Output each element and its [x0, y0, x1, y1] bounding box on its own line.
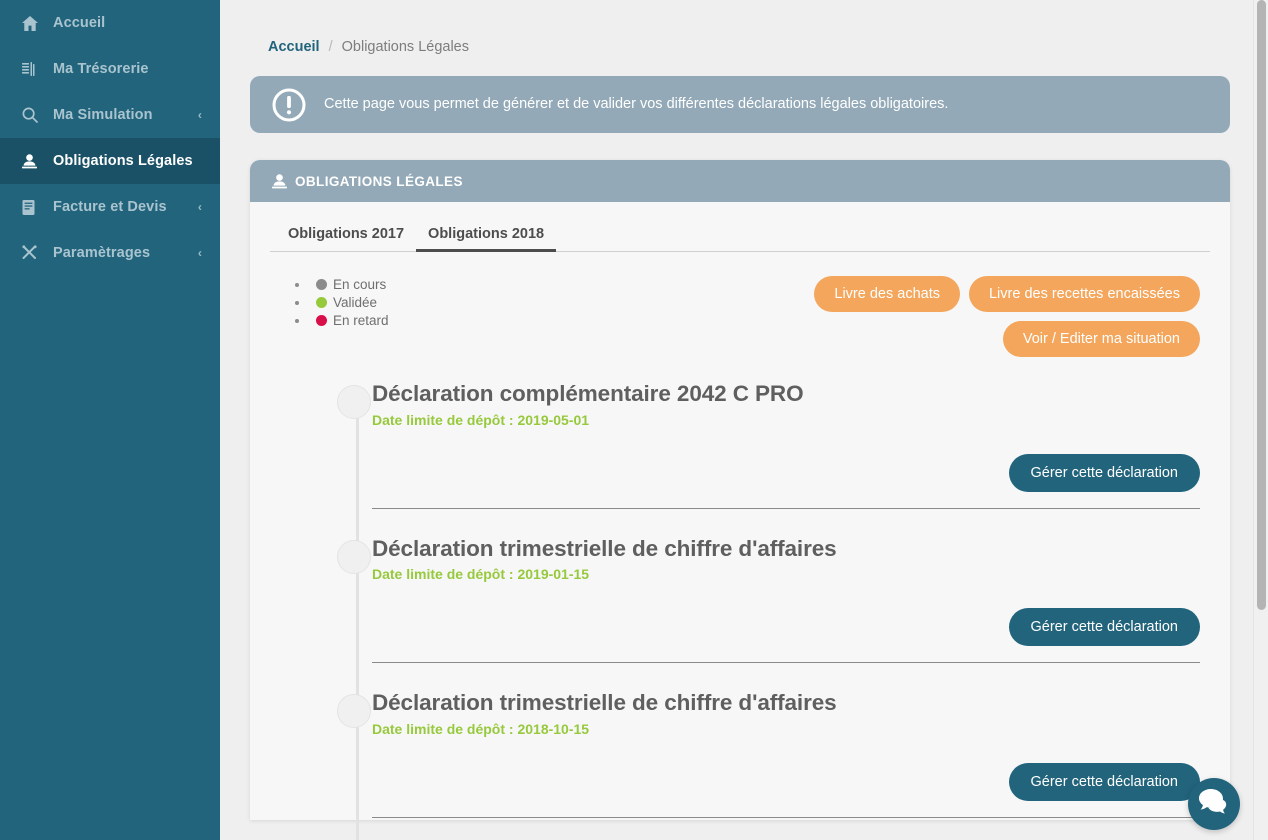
declarations-timeline: Déclaration complémentaire 2042 C PRO Da… [270, 381, 1210, 840]
sidebar-item-label: Paramètrages [53, 245, 151, 261]
gerer-cette-declaration-button[interactable]: Gérer cette déclaration [1008, 762, 1200, 801]
breadcrumb-separator: / [328, 38, 333, 55]
exclamation-circle-icon [272, 88, 306, 122]
tools-icon [22, 245, 42, 261]
chevron-left-icon: ‹ [197, 246, 202, 260]
tab-bar: Obligations 2017 Obligations 2018 [270, 218, 1210, 252]
sidebar-item-label: Obligations Légales [53, 153, 193, 169]
sidebar-item-ma-simulation[interactable]: Ma Simulation ‹ [0, 92, 220, 138]
legend-label: En retard [333, 313, 389, 328]
gerer-cette-declaration-button[interactable]: Gérer cette déclaration [1008, 453, 1200, 492]
person-icon [272, 173, 287, 189]
status-bullet-icon [337, 694, 371, 729]
declaration-item: Déclaration complémentaire 2042 C PRO Da… [316, 381, 1210, 509]
file-icon [22, 199, 42, 215]
divider [372, 662, 1200, 664]
scrollbar-thumb[interactable] [1257, 0, 1266, 610]
card-title: OBLIGATIONS LÉGALES [295, 173, 463, 189]
declaration-item: Déclaration trimestrielle de chiffre d'a… [316, 536, 1210, 664]
legend-label: En cours [333, 277, 387, 292]
divider [372, 507, 1200, 509]
declaration-deadline: Date limite de dépôt : 2019-01-15 [372, 566, 590, 583]
money-icon [22, 61, 42, 77]
status-dot-validee [316, 297, 327, 308]
legend-item-en-cours: En cours [310, 276, 389, 294]
sidebar: Accueil Ma Trésorerie Ma Simulation ‹ Ob… [0, 0, 220, 840]
breadcrumb-current: Obligations Légales [341, 38, 469, 55]
search-icon [22, 107, 42, 123]
sidebar-item-label: Ma Simulation [53, 107, 153, 123]
declaration-title: Déclaration trimestrielle de chiffre d'a… [372, 690, 837, 716]
voir-editer-ma-situation-button[interactable]: Voir / Editer ma situation [1002, 321, 1200, 357]
alert-message: Cette page vous permet de générer et de … [324, 96, 949, 113]
status-dot-en-retard [316, 315, 327, 326]
gerer-cette-declaration-button[interactable]: Gérer cette déclaration [1008, 608, 1200, 647]
sidebar-item-label: Accueil [53, 15, 106, 31]
declaration-title: Déclaration complémentaire 2042 C PRO [372, 381, 804, 406]
sidebar-item-facture-et-devis[interactable]: Facture et Devis ‹ [0, 184, 220, 230]
sidebar-item-obligations-legales[interactable]: Obligations Légales [0, 138, 220, 184]
home-icon [22, 15, 42, 31]
legend-and-actions-row: En cours Validée En retard Livre des ach… [270, 252, 1210, 357]
livre-des-achats-button[interactable]: Livre des achats [814, 276, 960, 312]
breadcrumb-link-accueil[interactable]: Accueil [268, 39, 320, 55]
declaration-title: Déclaration trimestrielle de chiffre d'a… [372, 535, 837, 561]
tab-obligations-2017[interactable]: Obligations 2017 [276, 226, 416, 251]
chevron-left-icon: ‹ [197, 200, 202, 214]
page-scrollbar[interactable] [1253, 0, 1268, 840]
sidebar-item-ma-tresorerie[interactable]: Ma Trésorerie [0, 46, 220, 92]
breadcrumb: Accueil / Obligations Légales [220, 0, 1268, 62]
legend-item-validee: Validée [310, 294, 389, 312]
declaration-item: Déclaration trimestrielle de chiffre d'a… [316, 690, 1210, 818]
main-content: Accueil / Obligations Légales Cette page… [220, 0, 1268, 840]
livre-des-recettes-encaissees-button[interactable]: Livre des recettes encaissées [968, 276, 1200, 312]
obligations-card: OBLIGATIONS LÉGALES Obligations 2017 Obl… [250, 160, 1230, 840]
sidebar-item-label: Ma Trésorerie [53, 61, 149, 77]
info-alert: Cette page vous permet de générer et de … [250, 76, 1230, 133]
card-header: OBLIGATIONS LÉGALES [250, 160, 1230, 202]
sidebar-item-parametrages[interactable]: Paramètrages ‹ [0, 230, 220, 276]
chevron-left-icon: ‹ [197, 108, 202, 122]
chat-widget-button[interactable] [1188, 778, 1240, 830]
person-icon [22, 153, 42, 169]
card-body: Obligations 2017 Obligations 2018 En cou… [250, 202, 1230, 840]
declaration-deadline: Date limite de dépôt : 2019-05-01 [372, 411, 590, 428]
status-legend: En cours Validée En retard [288, 276, 389, 330]
divider [372, 816, 1200, 818]
sidebar-item-accueil[interactable]: Accueil [0, 0, 220, 46]
chat-bubbles-icon [1199, 788, 1229, 820]
sidebar-item-label: Facture et Devis [53, 199, 167, 215]
tab-obligations-2018[interactable]: Obligations 2018 [416, 226, 557, 252]
status-bullet-icon [337, 539, 371, 574]
declaration-deadline: Date limite de dépôt : 2018-10-15 [372, 720, 590, 737]
status-bullet-icon [337, 385, 371, 419]
action-buttons: Livre des achats Livre des recettes enca… [804, 276, 1204, 357]
legend-label: Validée [333, 295, 378, 310]
legend-item-en-retard: En retard [310, 312, 389, 330]
status-dot-en-cours [316, 279, 327, 290]
